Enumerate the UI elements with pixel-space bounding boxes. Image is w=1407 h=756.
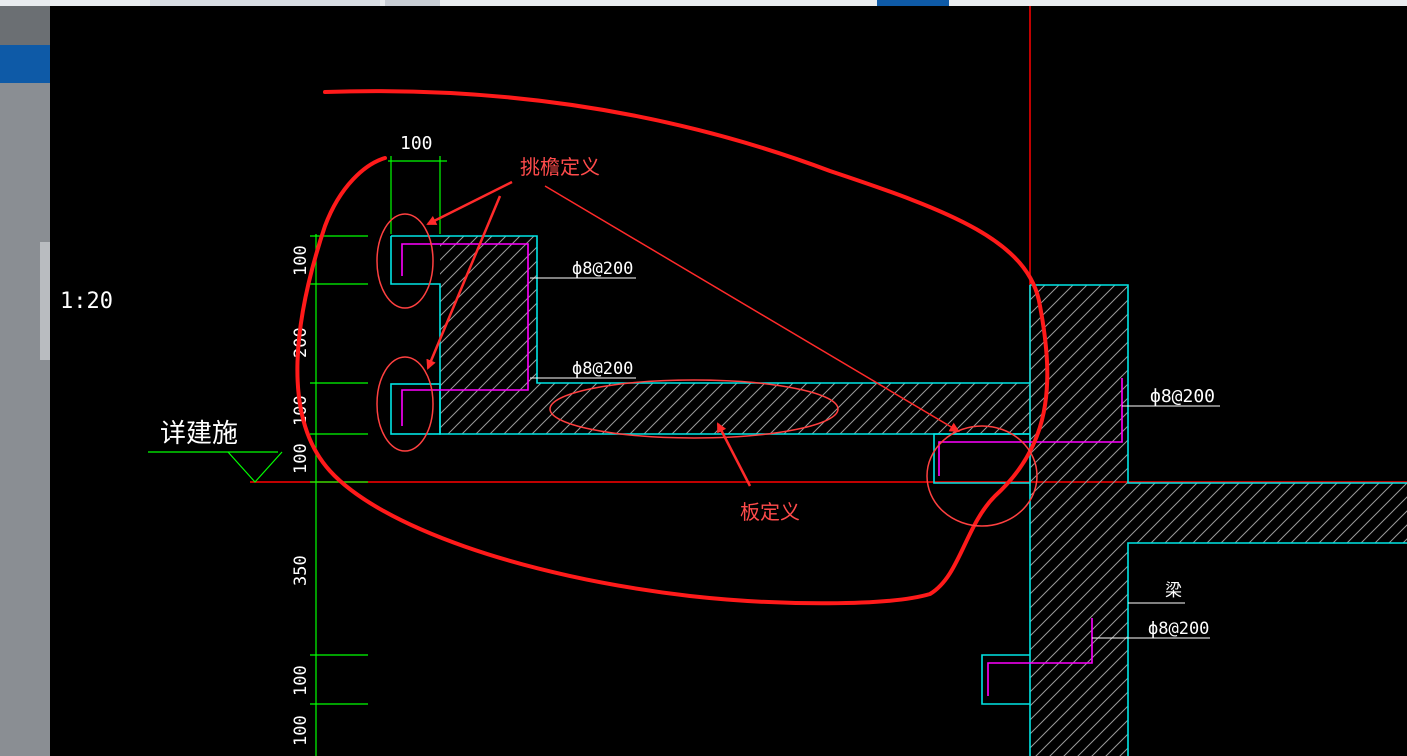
cad-drawing: 1:20 详建施 100 100 200 100 100 350 100 100…: [60, 6, 1407, 756]
dim-left-6: 100: [291, 665, 311, 696]
dim-top: 100: [400, 133, 433, 154]
concrete-section: [440, 236, 1407, 756]
scale-label: 1:20: [60, 289, 113, 314]
dim-left-4: 100: [291, 443, 311, 474]
dim-left-5: 350: [291, 555, 311, 586]
detail-note: 详建施: [160, 419, 238, 449]
eave-definition-label: 挑檐定义: [520, 155, 600, 179]
cad-canvas[interactable]: 1:20 详建施 100 100 200 100 100 350 100 100…: [50, 6, 1407, 756]
left-panel-header: [0, 45, 50, 83]
left-panel: [0, 83, 50, 756]
markup-annotations: [295, 89, 1050, 606]
dim-left-7: 100: [291, 715, 311, 746]
rebar-label-4: ф8@200: [1148, 619, 1209, 639]
rebar-label-2: ф8@200: [572, 359, 633, 379]
left-panel-tab[interactable]: [40, 242, 50, 360]
dim-left-1: 100: [291, 245, 311, 276]
rebar-label-3: ф8@200: [1150, 386, 1215, 407]
beam-label: 梁: [1165, 581, 1182, 601]
rebar-label-1: ф8@200: [572, 259, 633, 279]
slab-definition-label: 板定义: [740, 500, 800, 524]
